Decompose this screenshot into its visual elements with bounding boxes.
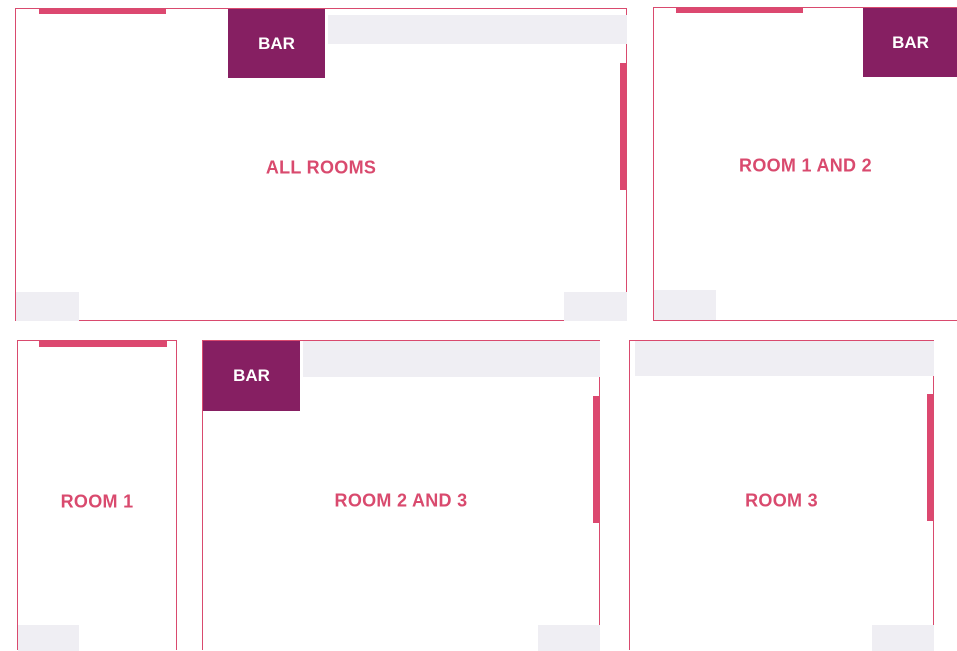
bar-area: BAR [203, 341, 300, 411]
room-label: ROOM 1 [60, 491, 134, 512]
room-label: ROOM 1 AND 2 [739, 155, 872, 176]
service-area [328, 15, 627, 44]
stage-marker [39, 9, 166, 14]
corner-zone-left [16, 292, 79, 321]
floorplan-room-1-and-2[interactable]: BAR ROOM 1 AND 2 [653, 7, 957, 321]
service-area [303, 341, 600, 377]
floorplan-all-rooms[interactable]: BAR ALL ROOMS [15, 8, 627, 321]
bar-area: BAR [228, 9, 325, 78]
service-area [635, 341, 934, 376]
stage-marker [39, 341, 167, 347]
bar-area: BAR [863, 8, 957, 77]
corner-zone-right [872, 625, 934, 651]
room-label: ROOM 2 AND 3 [334, 490, 468, 511]
floorplan-room-1[interactable]: ROOM 1 [17, 340, 177, 651]
floorplan-room-3[interactable]: ROOM 3 [629, 340, 934, 651]
corner-zone-right [564, 292, 627, 321]
room-label: ALL ROOMS [265, 157, 377, 178]
corner-zone-left [18, 625, 79, 651]
room-label: ROOM 3 [745, 490, 818, 511]
stage-marker [676, 8, 803, 13]
corner-zone-right [538, 625, 600, 651]
floorplan-room-2-and-3[interactable]: BAR ROOM 2 AND 3 [202, 340, 600, 651]
corner-zone-left [654, 290, 716, 320]
